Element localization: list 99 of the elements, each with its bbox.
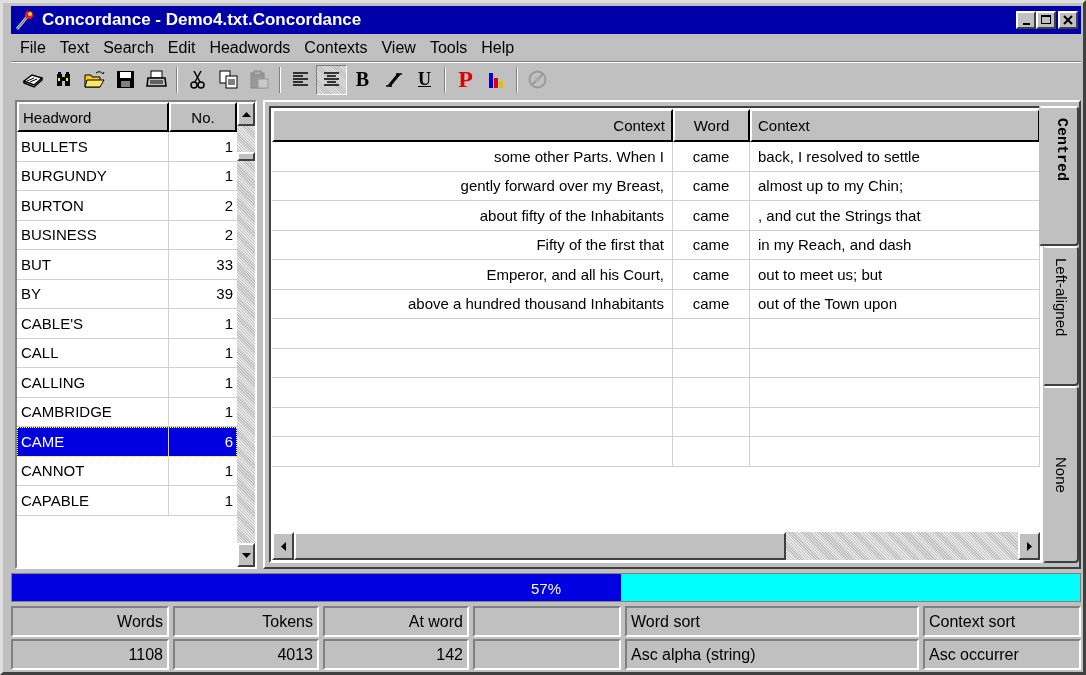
table-cell-text: 1 <box>223 490 234 511</box>
status-panel: 4013 <box>173 639 319 670</box>
table-cell: Emperor, and all his Court, <box>272 260 673 290</box>
table-cell-text: 1 <box>223 343 234 364</box>
vertical-scrollbar[interactable] <box>237 102 255 567</box>
status-panel: Word sort <box>625 606 919 637</box>
down-arrow-icon <box>241 552 251 558</box>
table-cell: came <box>673 289 750 319</box>
list-row[interactable]: CAME 6 <box>17 427 237 457</box>
toolbar-button[interactable] <box>316 64 347 95</box>
folder-icon <box>84 69 105 90</box>
left-arrow-icon <box>280 541 286 551</box>
table-cell: about fifty of the Inhabitants <box>272 201 673 231</box>
column-header[interactable]: Context <box>272 109 673 142</box>
table-cell: CANNOT <box>17 456 169 485</box>
maximize-button[interactable] <box>1036 11 1056 29</box>
scroll-left-button[interactable] <box>272 532 294 560</box>
printer-icon <box>146 69 167 90</box>
table-cell: CABLE'S <box>17 309 169 338</box>
table-cell: Fifty of the first that <box>272 230 673 260</box>
horizontal-scrollbar[interactable] <box>272 532 1040 560</box>
menu-item[interactable]: Search <box>96 38 161 57</box>
status-panel: Asc occurrer <box>923 639 1081 670</box>
toolbar-button[interactable]: B <box>347 64 378 95</box>
table-cell: CAMBRIDGE <box>17 397 169 426</box>
toolbar-button[interactable]: U <box>409 64 440 95</box>
close-button[interactable] <box>1058 11 1078 29</box>
copy-icon <box>218 69 239 90</box>
status-panel: Asc alpha (string) <box>625 639 919 670</box>
table-cell-text: 1 <box>223 136 234 157</box>
scroll-thumb[interactable] <box>237 152 255 161</box>
table-cell: came <box>673 230 750 260</box>
table-cell: BULLETS <box>17 132 169 161</box>
table-cell-text: 6 <box>223 431 234 452</box>
status-panel: 142 <box>323 639 469 670</box>
table-cell-text: 1 <box>223 313 234 334</box>
scissors-icon <box>187 69 208 90</box>
table-cell: out to meet us; but <box>750 260 1040 290</box>
table-cell: above a hundred thousand Inhabitants <box>272 289 673 319</box>
menu-item[interactable]: Help <box>474 38 522 57</box>
column-header[interactable]: Context <box>750 109 1040 142</box>
table-cell-text: 1 <box>223 166 234 187</box>
paste-icon <box>249 69 270 90</box>
column-header[interactable]: No. <box>169 102 237 132</box>
minimize-button[interactable] <box>1016 11 1036 29</box>
status-panel: Context sort <box>923 606 1081 637</box>
status-panel: At word <box>323 606 469 637</box>
table-cell: CALL <box>17 338 169 367</box>
scroll-down-button[interactable] <box>237 543 255 567</box>
table-cell: BURGUNDY <box>17 161 169 190</box>
table-cell-text: 1 <box>223 461 234 482</box>
table-cell: some other Parts. When I <box>272 142 673 172</box>
up-arrow-icon <box>241 111 251 117</box>
table-cell: came <box>673 142 750 172</box>
table-cell-text: 33 <box>215 254 234 275</box>
table-cell-text: 2 <box>223 225 234 246</box>
maximize-icon <box>1039 14 1053 26</box>
close-icon <box>1061 14 1075 26</box>
status-panel: Words <box>11 606 169 637</box>
table-cell-text: 2 <box>223 195 234 216</box>
no-entry-icon <box>527 69 548 90</box>
table-cell-text: 39 <box>215 284 234 305</box>
table-cell: CAPABLE <box>17 486 169 515</box>
table-cell: came <box>673 260 750 290</box>
table-cell: BURTON <box>17 191 169 220</box>
alignment-tab[interactable]: Centred <box>1039 106 1079 246</box>
table-cell: CAME <box>17 427 169 456</box>
menu-item[interactable]: Edit <box>160 38 203 57</box>
table-cell: BUT <box>17 250 169 279</box>
table-cell: out of the Town upon <box>750 289 1040 319</box>
menu-item[interactable]: Contexts <box>297 38 375 57</box>
table-cell: BY <box>17 279 169 308</box>
status-panel: 1108 <box>11 639 169 670</box>
scroll-thumb[interactable] <box>294 532 787 560</box>
scroll-right-button[interactable] <box>1018 532 1040 560</box>
window-title: Concordance - Demo4.txt.Concordance <box>42 10 363 30</box>
alignment-tab[interactable]: None <box>1043 386 1079 563</box>
table-cell: CALLING <box>17 368 169 397</box>
table-cell: BUSINESS <box>17 220 169 249</box>
column-header[interactable]: Word <box>673 109 750 142</box>
status-panel: Tokens <box>173 606 319 637</box>
scroll-up-button[interactable] <box>237 102 255 126</box>
column-header[interactable]: Headword <box>17 102 169 132</box>
menu-item[interactable]: Text <box>52 38 97 57</box>
table-cell: in my Reach, and dash <box>750 230 1040 260</box>
minimize-icon <box>1022 23 1030 25</box>
alignment-tab[interactable]: Left-aligned <box>1043 246 1079 386</box>
table-cell-text: 1 <box>223 402 234 423</box>
menu-item[interactable]: File <box>13 38 53 57</box>
right-arrow-icon <box>1026 541 1032 551</box>
menu-item[interactable]: Tools <box>422 38 475 57</box>
table-cell: gently forward over my Breast, <box>272 171 673 201</box>
progress-percent: 57% <box>531 579 561 596</box>
table-cell: came <box>673 201 750 231</box>
table-cell: came <box>673 171 750 201</box>
menu-item[interactable]: View <box>374 38 423 57</box>
table-cell-text: 1 <box>223 372 234 393</box>
menu-item[interactable]: Headwords <box>202 38 298 57</box>
torch-icon <box>14 9 36 31</box>
